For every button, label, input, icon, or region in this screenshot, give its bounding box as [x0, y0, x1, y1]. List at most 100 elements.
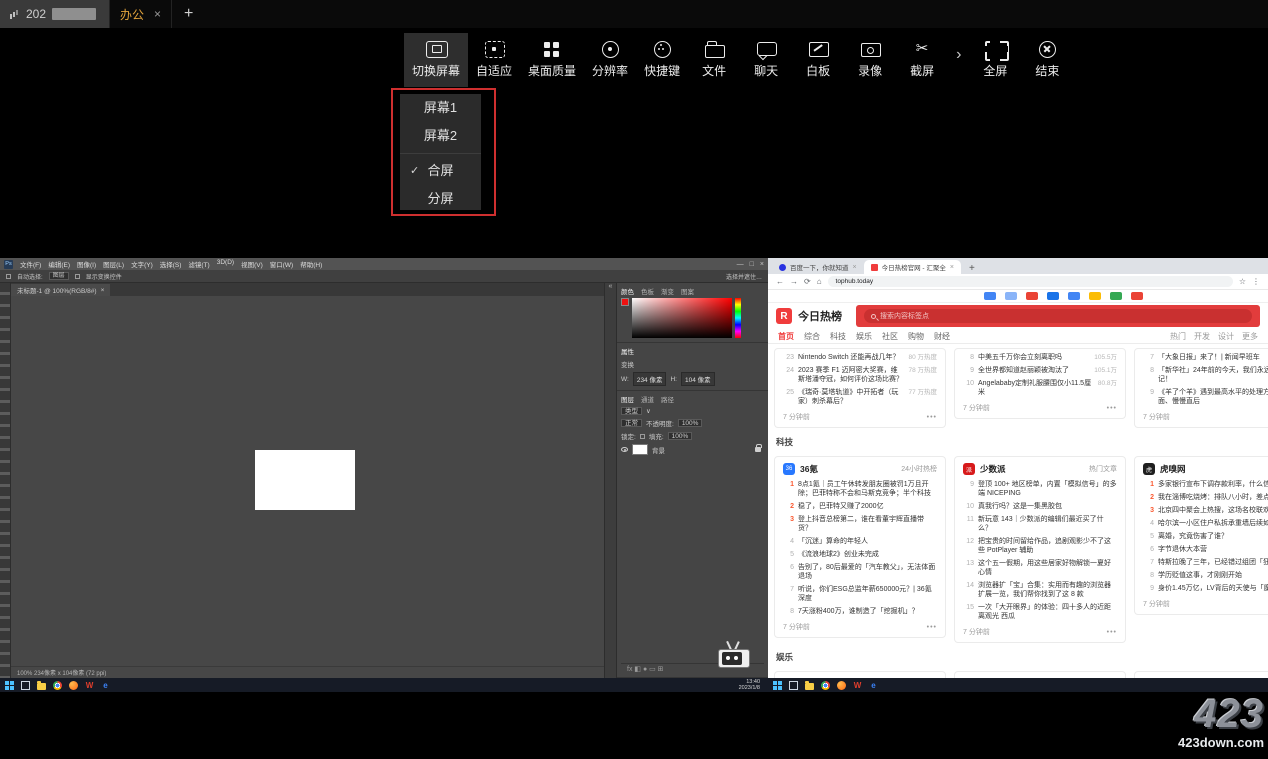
chrome-icon[interactable]: [821, 681, 830, 690]
nav-link[interactable]: 首页: [778, 331, 794, 342]
nav-link[interactable]: 娱乐: [856, 331, 872, 342]
ps-toolbox[interactable]: [0, 283, 11, 678]
ps-menu-item[interactable]: 视图(V): [241, 259, 263, 269]
tophub-logo[interactable]: R: [776, 308, 792, 324]
explorer-icon[interactable]: [37, 683, 46, 690]
layer-filter-dropdown[interactable]: 类型: [621, 407, 642, 415]
checkbox-icon[interactable]: [6, 274, 11, 279]
nav-link[interactable]: 财经: [934, 331, 950, 342]
menu-item-screen[interactable]: 屏幕2: [400, 122, 481, 150]
close-tab-icon[interactable]: ×: [154, 7, 161, 21]
layer-visibility-eye-icon[interactable]: [621, 447, 628, 452]
panel-tab[interactable]: 颜色: [621, 286, 634, 296]
card-header[interactable]: 派 少数派 热门文章: [955, 459, 1125, 478]
list-item[interactable]: 6 告别了，80后最爱的「汽车教父」，无法体面退场: [775, 561, 945, 583]
menu-item-layout[interactable]: ✓ 合屏: [400, 157, 481, 185]
layer-row-background[interactable]: 背景: [621, 444, 764, 455]
saturation-picker[interactable]: [632, 298, 732, 338]
screen-preview-1[interactable]: Ps 文件(F)编辑(E)图像(I)图层(L)文字(Y)选择(S)滤镜(T)3D…: [0, 258, 768, 692]
list-item[interactable]: 8 7天涨粉400万，谁制造了「挖掘机」？: [775, 605, 945, 618]
list-item[interactable]: 8 「新华社」24年前的今天，我们永远不会忘记！: [1135, 364, 1268, 386]
new-tab-button[interactable]: +: [961, 263, 983, 274]
toolbar-button[interactable]: 快捷键: [636, 33, 688, 87]
list-item[interactable]: 8 学历贬值这事，才刚刚开始: [1135, 569, 1268, 582]
ps-collapsed-panel-strip[interactable]: «: [604, 283, 616, 678]
ps-menu-item[interactable]: 文件(F): [20, 259, 41, 269]
toolbar-button[interactable]: 录像: [844, 33, 896, 87]
url-field[interactable]: tophub.today: [828, 276, 1233, 287]
fill-field[interactable]: 100%: [668, 432, 693, 440]
list-item[interactable]: 25 《瑞奇·莫塔轨道》中开拓者（玩家）刺杀幕后？ 77 万热度: [775, 386, 945, 408]
list-item[interactable]: 5 离婚，究竟伤害了谁？: [1135, 530, 1268, 543]
list-item[interactable]: 11 新玩意 143｜少数派的编辑们最近买了什么？: [955, 513, 1125, 535]
start-icon[interactable]: [773, 681, 782, 690]
browser-menu-icon[interactable]: ⋮: [1252, 277, 1260, 286]
edge-icon[interactable]: e: [869, 681, 878, 690]
tab-session-bangong[interactable]: 办公 ×: [110, 0, 172, 28]
wps-icon[interactable]: W: [853, 681, 862, 690]
menu-item-screen[interactable]: 屏幕1: [400, 94, 481, 122]
list-item[interactable]: 4 哈尔滨一小区住户私拆承重墙后续如何？: [1135, 517, 1268, 530]
panel-tab[interactable]: 路径: [661, 394, 674, 404]
list-item[interactable]: 13 这个五一假期，用这些居家好物解锁一夏好心情: [955, 557, 1125, 579]
toolbar-button[interactable]: 聊天: [740, 33, 792, 87]
wps-icon[interactable]: W: [85, 681, 94, 690]
auto-select-dropdown[interactable]: 图层: [49, 272, 69, 280]
taskbar-clock[interactable]: 13:40 2023/1/8: [739, 679, 763, 691]
bookmark-favicon[interactable]: [1089, 292, 1101, 300]
lock-transparent-icon[interactable]: [640, 434, 645, 439]
nav-link[interactable]: 热门: [1170, 331, 1186, 342]
source-name[interactable]: 少数派: [980, 463, 1006, 475]
list-item[interactable]: 5 《流浪地球2》创业未完成: [775, 548, 945, 561]
list-item[interactable]: 9 身价1.45万亿，LV背后的天使与「魔鬼」: [1135, 582, 1268, 595]
toolbar-button[interactable]: 桌面质量: [520, 33, 584, 87]
nav-link[interactable]: 设计: [1218, 331, 1234, 342]
checkbox-icon[interactable]: [75, 274, 80, 279]
list-item[interactable]: 9 登顶 100+ 地区榜单，内置「模拟信号」的多端 NICEPING: [955, 478, 1125, 500]
list-item[interactable]: 15 一次「大开眼界」的体验：四十多人的近距离观光 西瓜: [955, 601, 1125, 623]
ps-menu-item[interactable]: 滤镜(T): [188, 259, 209, 269]
ps-menu-item[interactable]: 选择(S): [160, 259, 182, 269]
list-item[interactable]: 4 「沉迷」算命的年轻人: [775, 535, 945, 548]
ps-menu-item[interactable]: 编辑(E): [48, 259, 70, 269]
more-tools-chevron-icon[interactable]: ›: [948, 33, 969, 87]
hue-slider[interactable]: [735, 298, 741, 338]
task-view-icon[interactable]: [21, 681, 30, 690]
window-control-icon[interactable]: —: [737, 261, 744, 268]
list-item[interactable]: 6 字节退休大本营: [1135, 543, 1268, 556]
list-item[interactable]: 7 「大象日报」来了！| 新闻早班车: [1135, 351, 1268, 364]
list-item[interactable]: 3 登上抖音总榜第二，谁在看董宇辉直播带货？: [775, 513, 945, 535]
ps-menu-item[interactable]: 文字(Y): [131, 259, 153, 269]
ps-menu-item[interactable]: 帮助(H): [300, 259, 322, 269]
ps-menu-item[interactable]: 图层(L): [103, 259, 124, 269]
toolbar-button[interactable]: 白板: [792, 33, 844, 87]
list-item[interactable]: 3 北京四中聚会上热搜，这场名校联欢: [1135, 504, 1268, 517]
list-item[interactable]: 1 8点1氪｜员工午休转发朋友圈被罚1万且开除；巴菲特称不会和马斯克竞争；半个科…: [775, 478, 945, 500]
nav-link[interactable]: 社区: [882, 331, 898, 342]
opacity-field[interactable]: 100%: [678, 419, 703, 427]
bookmark-favicon[interactable]: [1026, 292, 1038, 300]
reload-icon[interactable]: ⟳: [804, 277, 811, 286]
nav-link[interactable]: 购物: [908, 331, 924, 342]
edge-icon[interactable]: e: [101, 681, 110, 690]
list-item[interactable]: 7 特斯拉晚了三年，已经错过组团「狂飙」: [1135, 556, 1268, 569]
more-icon[interactable]: •••: [927, 414, 937, 421]
ps-menu-item[interactable]: 窗口(W): [270, 259, 293, 269]
close-tab-icon[interactable]: ×: [950, 264, 954, 271]
list-type-badge[interactable]: 24小时热榜: [901, 464, 937, 474]
toolbar-button[interactable]: 分辨率: [584, 33, 636, 87]
new-tab-button[interactable]: +: [172, 0, 205, 28]
panel-tab[interactable]: 图案: [681, 286, 694, 296]
bookmark-favicon[interactable]: [984, 292, 996, 300]
nav-link[interactable]: 更多: [1242, 331, 1258, 342]
list-item[interactable]: 14 浏览器扩「宝」合集：实用而有趣的浏览器扩展一览，我们帮你找到了这 8 款: [955, 579, 1125, 601]
source-name[interactable]: 36氪: [800, 463, 818, 475]
list-item[interactable]: 12 把宝贵的时间留给作品，追剧观影少不了这些 PotPlayer 辅助: [955, 535, 1125, 557]
nav-link[interactable]: 综合: [804, 331, 820, 342]
toolbar-button[interactable]: 文件: [688, 33, 740, 87]
list-item[interactable]: 23 Nintendo Switch 还能再战几年？ 80 万热度: [775, 351, 945, 364]
toolbar-button[interactable]: 自适应: [468, 33, 520, 87]
bookmark-star-icon[interactable]: ☆: [1239, 277, 1246, 286]
toolbar-button[interactable]: 全屏: [969, 33, 1021, 87]
screen-preview-2[interactable]: 百度一下，你就知道 × 今日热榜官网 - 汇聚全 × + ← → ⟳ ⌂ top…: [768, 258, 1268, 692]
